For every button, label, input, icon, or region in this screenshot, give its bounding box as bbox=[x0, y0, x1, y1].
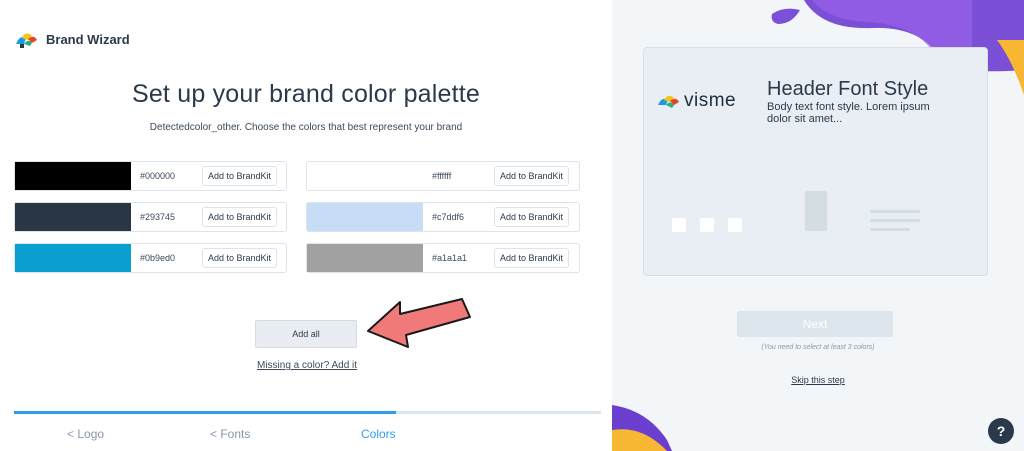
placeholder-block bbox=[805, 191, 827, 231]
brand-logo-icon bbox=[16, 33, 37, 48]
pointer-arrow-icon bbox=[367, 298, 471, 348]
skip-step-link[interactable]: Skip this step bbox=[612, 375, 1024, 385]
color-swatch[interactable] bbox=[307, 244, 423, 272]
step-fonts[interactable]: < Fonts bbox=[210, 427, 250, 441]
placeholder-square bbox=[700, 218, 714, 232]
progress-fill bbox=[14, 411, 396, 414]
color-row: #0b9ed0 Add to BrandKit bbox=[14, 243, 287, 273]
help-button[interactable]: ? bbox=[988, 418, 1014, 444]
color-hex: #ffffff bbox=[432, 171, 452, 181]
selection-hint: (You need to select at least 3 colors) bbox=[761, 344, 875, 351]
visme-logo: visme bbox=[656, 90, 736, 112]
color-swatch[interactable] bbox=[15, 244, 131, 272]
placeholder-square bbox=[672, 218, 686, 232]
wizard-panel: Brand Wizard Set up your brand color pal… bbox=[0, 0, 612, 451]
preview-panel: visme Header Font Style Body text font s… bbox=[612, 0, 1024, 451]
body-font-sample: Body text font style. Lorem ipsum dolor … bbox=[767, 101, 930, 125]
color-swatch[interactable] bbox=[307, 162, 423, 190]
app-title: Brand Wizard bbox=[46, 31, 130, 47]
color-hex: #293745 bbox=[140, 212, 176, 222]
placeholder-square bbox=[728, 218, 742, 232]
color-row: #a1a1a1 Add to BrandKit bbox=[306, 243, 580, 273]
progress-track bbox=[14, 411, 601, 414]
add-to-brandkit-button[interactable]: Add to BrandKit bbox=[494, 207, 570, 227]
color-row: #000000 Add to BrandKit bbox=[14, 161, 287, 191]
color-swatch[interactable] bbox=[307, 203, 423, 231]
add-to-brandkit-button[interactable]: Add to BrandKit bbox=[202, 207, 278, 227]
brand-header: Brand Wizard bbox=[14, 30, 130, 48]
step-colors[interactable]: Colors bbox=[361, 427, 396, 441]
missing-color-link[interactable]: Missing a color? Add it bbox=[257, 360, 357, 371]
header-font-sample: Header Font Style bbox=[767, 78, 929, 100]
color-swatch[interactable] bbox=[15, 203, 131, 231]
placeholder-line bbox=[870, 210, 920, 213]
add-to-brandkit-button[interactable]: Add to BrandKit bbox=[202, 248, 278, 268]
next-button[interactable]: Next bbox=[737, 311, 893, 337]
color-hex: #000000 bbox=[140, 171, 176, 181]
page-subtitle: Detectedcolor_other. Choose the colors t… bbox=[149, 122, 463, 133]
placeholder-line bbox=[870, 219, 920, 222]
add-to-brandkit-button[interactable]: Add to BrandKit bbox=[494, 248, 570, 268]
color-row: #ffffff Add to BrandKit bbox=[306, 161, 580, 191]
color-swatch[interactable] bbox=[15, 162, 131, 190]
add-to-brandkit-button[interactable]: Add to BrandKit bbox=[494, 166, 570, 186]
brand-preview-card: visme Header Font Style Body text font s… bbox=[643, 47, 988, 276]
step-logo[interactable]: < Logo bbox=[67, 427, 104, 441]
color-hex: #a1a1a1 bbox=[432, 253, 468, 263]
color-row: #293745 Add to BrandKit bbox=[14, 202, 287, 232]
color-row: #c7ddf6 Add to BrandKit bbox=[306, 202, 580, 232]
placeholder-line bbox=[870, 228, 910, 231]
page-heading: Set up your brand color palette bbox=[131, 80, 481, 108]
add-to-brandkit-button[interactable]: Add to BrandKit bbox=[202, 166, 278, 186]
add-all-button[interactable]: Add all bbox=[255, 320, 357, 348]
color-hex: #0b9ed0 bbox=[140, 253, 176, 263]
visme-wordmark: visme bbox=[684, 90, 737, 111]
visme-logo-icon bbox=[658, 95, 679, 108]
color-hex: #c7ddf6 bbox=[432, 212, 465, 222]
